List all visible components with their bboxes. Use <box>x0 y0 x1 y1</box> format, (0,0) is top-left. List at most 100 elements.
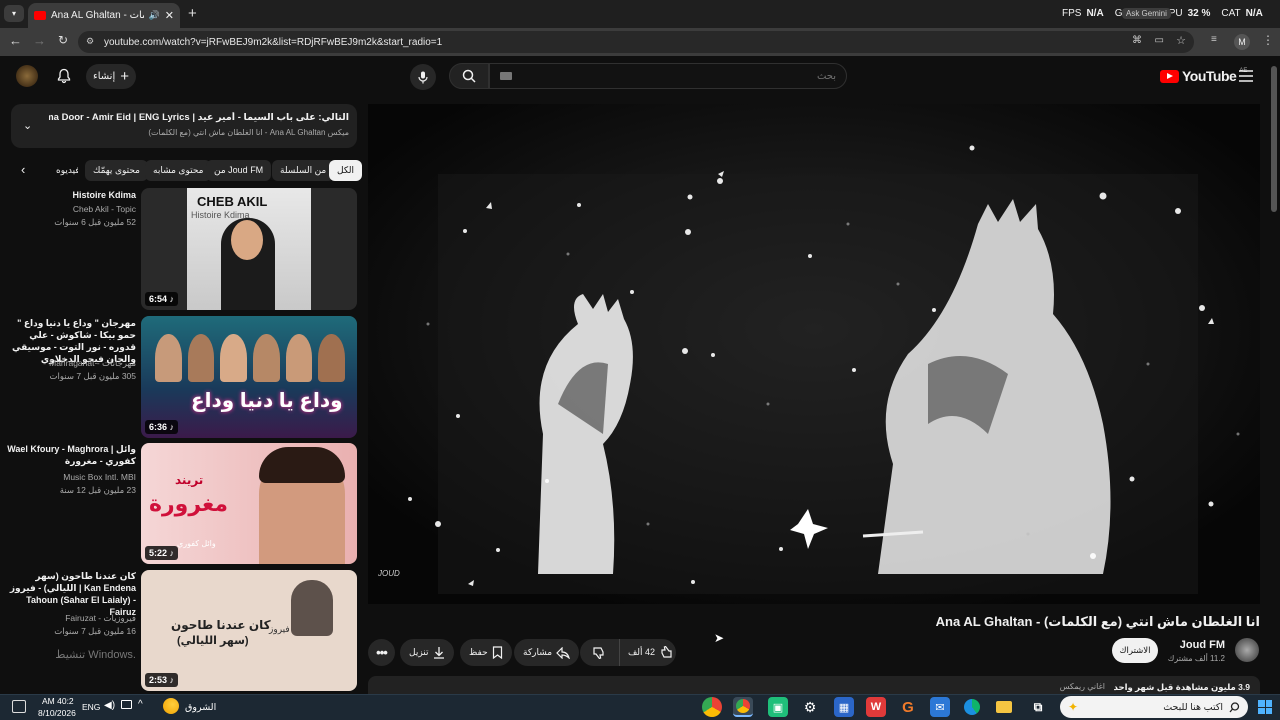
ask-gemini-button[interactable]: Ask Gemini <box>1122 8 1171 19</box>
keyboard-icon[interactable] <box>500 72 512 80</box>
mix-playlist-header[interactable]: ⌄ التالي: على باب السيما - أمير عيد | At… <box>11 104 357 148</box>
like-button[interactable]: 42 ألف <box>624 646 676 659</box>
site-info-icon[interactable]: ⚙ <box>86 36 94 47</box>
video-player[interactable]: JOUD <box>368 104 1260 604</box>
reload-icon[interactable]: ↻ <box>58 33 68 47</box>
thumb-sub2-4: فيروز <box>269 624 290 634</box>
thumb-sub-3: تريند <box>175 473 204 487</box>
edge-icon[interactable] <box>962 697 982 717</box>
new-tab-button[interactable]: + <box>188 5 197 22</box>
address-input[interactable]: ⚙ youtube.com/watch?v=jRFwBEJ9m2k&list=R… <box>78 31 1194 53</box>
rec-channel-2[interactable]: Mahraganat - مهرجانات <box>6 357 136 369</box>
browser-tab-active[interactable]: Ana AL Ghaltan - مع الكلمات 🔊 ✕ <box>28 3 180 28</box>
download-button[interactable]: تنزيل <box>400 639 454 666</box>
app-g-icon[interactable]: G <box>898 697 918 717</box>
network-icon[interactable] <box>121 700 132 709</box>
download-icon <box>433 647 444 659</box>
channel-avatar[interactable] <box>1235 638 1259 662</box>
speaker-icon[interactable]: 🔊 <box>149 10 160 21</box>
page-scrollbar[interactable] <box>1271 66 1277 212</box>
clock-time[interactable]: AM 40:2 <box>42 696 74 706</box>
start-button[interactable] <box>1258 700 1272 714</box>
chip-for-you[interactable]: محتوى يهمّك <box>85 160 148 181</box>
install-icon[interactable]: ▭ <box>1155 35 1164 46</box>
save-button[interactable]: حفظ <box>460 639 512 666</box>
bookmark-star-icon[interactable]: ☆ <box>1176 34 1186 47</box>
rec-thumbnail-1[interactable]: CHEB AKIL Histoire Kdima 6:54 ♪ <box>141 188 357 310</box>
mail-icon[interactable]: ✉ <box>930 697 950 717</box>
chrome-active-icon[interactable] <box>733 697 753 717</box>
channel-name[interactable]: Joud FM <box>1180 639 1225 651</box>
browser-menu-icon[interactable]: ⋮ <box>1262 33 1274 47</box>
chip-related[interactable]: محتوى مشابه <box>145 160 212 181</box>
volume-icon[interactable]: ◀) <box>104 700 115 711</box>
rec-channel-3[interactable]: Music Box Intl. MBI <box>6 471 136 483</box>
fps-label: FPS <box>1062 8 1082 19</box>
chip-from-series[interactable]: من السلسلة <box>272 160 335 181</box>
rec-title-3[interactable]: Wael Kfoury - Maghrora | وائل كفوري - مغ… <box>6 443 136 467</box>
cpu-value: 32 % <box>1187 8 1211 19</box>
create-label: إنشاء <box>93 71 116 82</box>
subscriber-count: 11.2 ألف مشترك <box>1167 654 1225 663</box>
rec-title-4[interactable]: كان عندنا طاحون (سهر الليالي) - فيروز | … <box>6 570 136 618</box>
weather-text[interactable]: الشروق <box>185 702 216 713</box>
description-box[interactable]: 3.9 مليون مشاهدة قبل شهر واحد اغاني ريمك… <box>368 676 1260 694</box>
copilot-sparkle-icon: ✦ <box>1068 700 1079 714</box>
chips-prev-icon[interactable]: ‹ <box>21 162 25 177</box>
create-button[interactable]: إنشاء + <box>86 64 136 89</box>
browser-tabbar: ▾ Ana AL Ghaltan - مع الكلمات 🔊 ✕ + FPS … <box>0 0 1280 28</box>
file-explorer-icon[interactable] <box>994 697 1014 717</box>
chip-from-channel[interactable]: من Joud FM <box>206 160 272 181</box>
search-icon <box>1229 701 1240 712</box>
rec-meta-4: 16 مليون قبل 7 سنوات <box>54 626 136 636</box>
thumb-sub-4: (سهر الليالي) <box>177 635 249 647</box>
wps-icon[interactable]: W <box>866 697 886 717</box>
share-button[interactable]: مشاركة <box>514 639 580 666</box>
voice-search-button[interactable] <box>410 64 436 90</box>
thumb-sub2-3: وائل كفوري <box>177 539 216 548</box>
chrome-icon[interactable] <box>702 697 722 717</box>
windows-activation-watermark: تنشيط Windows. <box>55 649 136 661</box>
task-view-icon[interactable]: ⧉ <box>1028 697 1048 717</box>
youtube-logo[interactable]: YouTube AE <box>1160 68 1247 84</box>
playlist-subtitle: ميكس Ana AL Ghaltan - انا الغلطان ماش ان… <box>148 128 349 137</box>
search-input[interactable]: بحث <box>489 63 847 89</box>
app-green-icon[interactable]: ▣ <box>768 697 788 717</box>
logo-text: YouTube <box>1182 68 1237 84</box>
forward-icon[interactable]: → <box>33 33 46 48</box>
store-icon[interactable]: ▦ <box>834 697 854 717</box>
channel-watermark: JOUD <box>378 569 400 578</box>
taskbar-search-box[interactable]: اكتب هنا للبحث ✦ <box>1060 696 1248 718</box>
chip-all[interactable]: الكل <box>329 160 363 181</box>
language-indicator[interactable]: ENG <box>82 702 100 712</box>
video-tags[interactable]: اغاني ريمكس <box>1060 682 1105 691</box>
tab-close-icon[interactable]: ✕ <box>165 9 174 22</box>
back-icon[interactable]: ← <box>9 33 22 48</box>
tab-search-button[interactable]: ▾ <box>4 5 24 22</box>
translate-icon[interactable]: ⌘ <box>1132 35 1142 46</box>
chip-videos[interactable]: فيديوه <box>48 160 78 181</box>
notifications-icon[interactable] <box>12 700 26 713</box>
profile-avatar[interactable]: M <box>1234 34 1250 50</box>
reading-list-icon[interactable]: ≡ <box>1211 34 1217 45</box>
dislike-button[interactable] <box>580 639 620 666</box>
guide-menu-icon[interactable] <box>1239 70 1253 82</box>
rec-thumbnail-2[interactable]: وداع يا دنيا وداع 6:36 ♪ <box>141 316 357 438</box>
rec-channel-1[interactable]: Cheb Akil - Topic <box>6 203 136 215</box>
weather-sun-icon[interactable] <box>163 698 179 714</box>
subscribe-button[interactable]: الاشتراك <box>1112 638 1158 663</box>
settings-gear-icon[interactable]: ⚙ <box>800 697 820 717</box>
rec-thumbnail-3[interactable]: تريند مغرورة وائل كفوري 5:22 ♪ <box>141 443 357 564</box>
plus-icon: + <box>120 68 129 85</box>
user-avatar[interactable] <box>16 65 38 87</box>
clock-date[interactable]: 8/10/2026 <box>38 708 76 718</box>
rec-channel-4[interactable]: Fairuzat - فيروزيات <box>6 612 136 624</box>
rec-thumbnail-4[interactable]: كان عندنا طاحون (سهر الليالي) فيروز 2:53… <box>141 570 357 691</box>
tray-chevron-icon[interactable]: ^ <box>138 699 143 710</box>
chevron-down-icon[interactable]: ⌄ <box>23 119 32 132</box>
more-actions-button[interactable]: ••• <box>368 639 395 666</box>
search-button[interactable] <box>449 63 489 89</box>
rec-title-1[interactable]: Histoire Kdima <box>6 189 136 201</box>
rec-meta-3: 23 مليون قبل 12 سنة <box>59 485 136 495</box>
notifications-bell-icon[interactable] <box>56 68 72 84</box>
